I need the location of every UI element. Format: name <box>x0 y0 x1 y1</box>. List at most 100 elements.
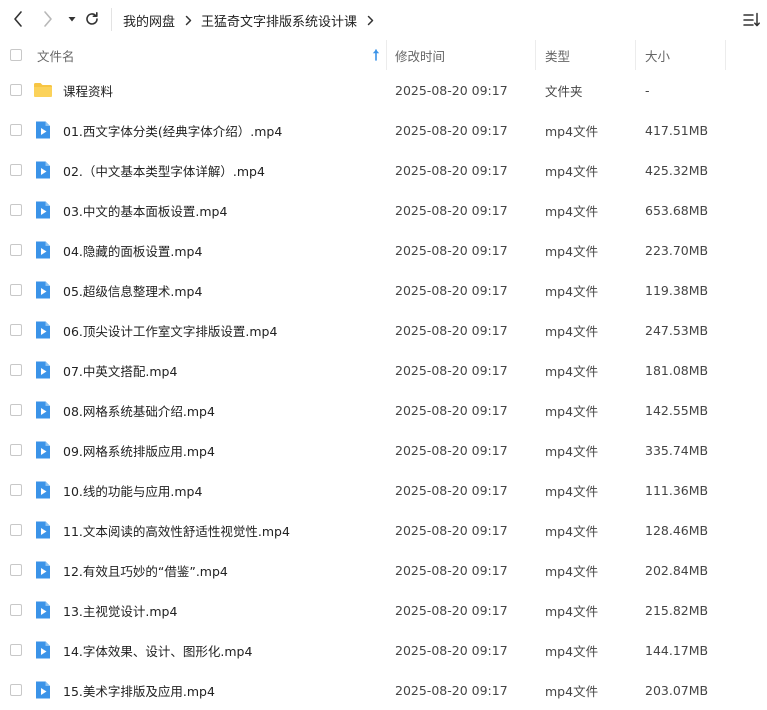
file-type: mp4文件 <box>545 443 599 459</box>
row-checkbox[interactable] <box>10 604 22 616</box>
sort-list-icon <box>743 12 760 27</box>
file-size: 653.68MB <box>645 202 709 218</box>
row-checkbox[interactable] <box>10 444 22 456</box>
file-type: mp4文件 <box>545 243 599 259</box>
video-file-icon <box>36 601 50 619</box>
file-size: 203.07MB <box>645 682 709 698</box>
row-checkbox[interactable] <box>10 324 22 336</box>
column-divider[interactable] <box>386 40 387 70</box>
file-name[interactable]: 04.隐藏的面板设置.mp4 <box>63 230 202 270</box>
row-checkbox[interactable] <box>10 364 22 376</box>
forward-button[interactable] <box>37 8 59 30</box>
file-size: 111.36MB <box>645 482 709 498</box>
back-button[interactable] <box>7 8 29 30</box>
refresh-icon <box>86 12 98 25</box>
video-file-icon <box>36 201 50 219</box>
row-checkbox[interactable] <box>10 564 22 576</box>
list-item[interactable]: 09.网格系统排版应用.mp4 2025-08-20 09:17 mp4文件 3… <box>0 430 767 470</box>
select-all-checkbox[interactable] <box>10 49 22 61</box>
file-size: 119.38MB <box>645 282 709 298</box>
video-file-icon <box>36 321 50 339</box>
file-name[interactable]: 05.超级信息整理术.mp4 <box>63 270 202 310</box>
row-checkbox[interactable] <box>10 84 22 96</box>
video-file-icon <box>36 401 50 419</box>
list-item[interactable]: 03.中文的基本面板设置.mp4 2025-08-20 09:17 mp4文件 … <box>0 190 767 230</box>
breadcrumb-expand-icon[interactable] <box>367 15 374 26</box>
view-mode-button[interactable] <box>742 10 762 30</box>
list-item[interactable]: 14.字体效果、设计、图形化.mp4 2025-08-20 09:17 mp4文… <box>0 630 767 670</box>
file-modified-time: 2025-08-20 09:17 <box>395 162 508 178</box>
column-divider[interactable] <box>635 40 636 70</box>
row-checkbox[interactable] <box>10 164 22 176</box>
list-item[interactable]: 10.线的功能与应用.mp4 2025-08-20 09:17 mp4文件 11… <box>0 470 767 510</box>
list-item[interactable]: 08.网格系统基础介绍.mp4 2025-08-20 09:17 mp4文件 1… <box>0 390 767 430</box>
breadcrumb-separator-icon <box>185 15 192 26</box>
list-item[interactable]: 15.美术字排版及应用.mp4 2025-08-20 09:17 mp4文件 2… <box>0 670 767 710</box>
file-name[interactable]: 课程资料 <box>63 70 113 110</box>
file-type: mp4文件 <box>545 203 599 219</box>
file-name[interactable]: 08.网格系统基础介绍.mp4 <box>63 390 215 430</box>
column-header-type[interactable]: 类型 <box>545 40 570 70</box>
row-checkbox[interactable] <box>10 644 22 656</box>
video-file-icon <box>36 481 50 499</box>
row-checkbox[interactable] <box>10 404 22 416</box>
file-modified-time: 2025-08-20 09:17 <box>395 602 508 618</box>
toolbar-divider <box>111 8 112 31</box>
video-file-icon <box>36 161 50 179</box>
row-checkbox[interactable] <box>10 484 22 496</box>
list-item[interactable]: 11.文本阅读的高效性舒适性视觉性.mp4 2025-08-20 09:17 m… <box>0 510 767 550</box>
file-name[interactable]: 02.（中文基本类型字体详解）.mp4 <box>63 150 265 190</box>
file-name[interactable]: 13.主视觉设计.mp4 <box>63 590 177 630</box>
file-size: 335.74MB <box>645 442 709 458</box>
video-file-icon <box>36 441 50 459</box>
file-name[interactable]: 11.文本阅读的高效性舒适性视觉性.mp4 <box>63 510 290 550</box>
file-name[interactable]: 06.顶尖设计工作室文字排版设置.mp4 <box>63 310 277 350</box>
list-item[interactable]: 13.主视觉设计.mp4 2025-08-20 09:17 mp4文件 215.… <box>0 590 767 630</box>
file-type: mp4文件 <box>545 323 599 339</box>
file-name[interactable]: 14.字体效果、设计、图形化.mp4 <box>63 630 252 670</box>
list-item[interactable]: 05.超级信息整理术.mp4 2025-08-20 09:17 mp4文件 11… <box>0 270 767 310</box>
breadcrumb-item-root[interactable]: 我的网盘 <box>123 11 175 30</box>
list-item[interactable]: 06.顶尖设计工作室文字排版设置.mp4 2025-08-20 09:17 mp… <box>0 310 767 350</box>
row-checkbox[interactable] <box>10 204 22 216</box>
folder-icon <box>34 83 52 97</box>
video-file-icon <box>36 361 50 379</box>
file-size: 144.17MB <box>645 642 709 658</box>
column-header-size[interactable]: 大小 <box>645 40 670 70</box>
file-name[interactable]: 03.中文的基本面板设置.mp4 <box>63 190 227 230</box>
sort-ascending-icon[interactable] <box>371 47 381 61</box>
video-file-icon <box>36 681 50 699</box>
file-type: mp4文件 <box>545 643 599 659</box>
list-item[interactable]: 04.隐藏的面板设置.mp4 2025-08-20 09:17 mp4文件 22… <box>0 230 767 270</box>
file-name[interactable]: 01.西文字体分类(经典字体介绍）.mp4 <box>63 110 282 150</box>
column-divider[interactable] <box>535 40 536 70</box>
list-item[interactable]: 02.（中文基本类型字体详解）.mp4 2025-08-20 09:17 mp4… <box>0 150 767 190</box>
file-name[interactable]: 12.有效且巧妙的“借鉴”.mp4 <box>63 550 228 590</box>
row-checkbox[interactable] <box>10 244 22 256</box>
column-header-modified[interactable]: 修改时间 <box>395 40 445 70</box>
refresh-button[interactable] <box>81 8 103 30</box>
file-size: 417.51MB <box>645 122 709 138</box>
list-item[interactable]: 07.中英文搭配.mp4 2025-08-20 09:17 mp4文件 181.… <box>0 350 767 390</box>
video-file-icon <box>36 561 50 579</box>
file-size: - <box>645 82 650 98</box>
column-divider[interactable] <box>725 40 726 70</box>
row-checkbox[interactable] <box>10 684 22 696</box>
file-modified-time: 2025-08-20 09:17 <box>395 82 508 98</box>
video-file-icon <box>36 641 50 659</box>
file-name[interactable]: 07.中英文搭配.mp4 <box>63 350 177 390</box>
row-checkbox[interactable] <box>10 284 22 296</box>
history-dropdown-button[interactable] <box>61 8 83 30</box>
file-name[interactable]: 15.美术字排版及应用.mp4 <box>63 670 215 710</box>
list-item[interactable]: 01.西文字体分类(经典字体介绍）.mp4 2025-08-20 09:17 m… <box>0 110 767 150</box>
breadcrumb-item-current[interactable]: 王猛奇文字排版系统设计课 <box>201 11 357 30</box>
file-modified-time: 2025-08-20 09:17 <box>395 202 508 218</box>
column-header-name[interactable]: 文件名 <box>37 40 75 70</box>
row-checkbox[interactable] <box>10 524 22 536</box>
list-item[interactable]: 课程资料 2025-08-20 09:17 文件夹 - <box>0 70 767 110</box>
list-item[interactable]: 12.有效且巧妙的“借鉴”.mp4 2025-08-20 09:17 mp4文件… <box>0 550 767 590</box>
file-name[interactable]: 09.网格系统排版应用.mp4 <box>63 430 215 470</box>
file-size: 223.70MB <box>645 242 709 258</box>
row-checkbox[interactable] <box>10 124 22 136</box>
file-name[interactable]: 10.线的功能与应用.mp4 <box>63 470 202 510</box>
